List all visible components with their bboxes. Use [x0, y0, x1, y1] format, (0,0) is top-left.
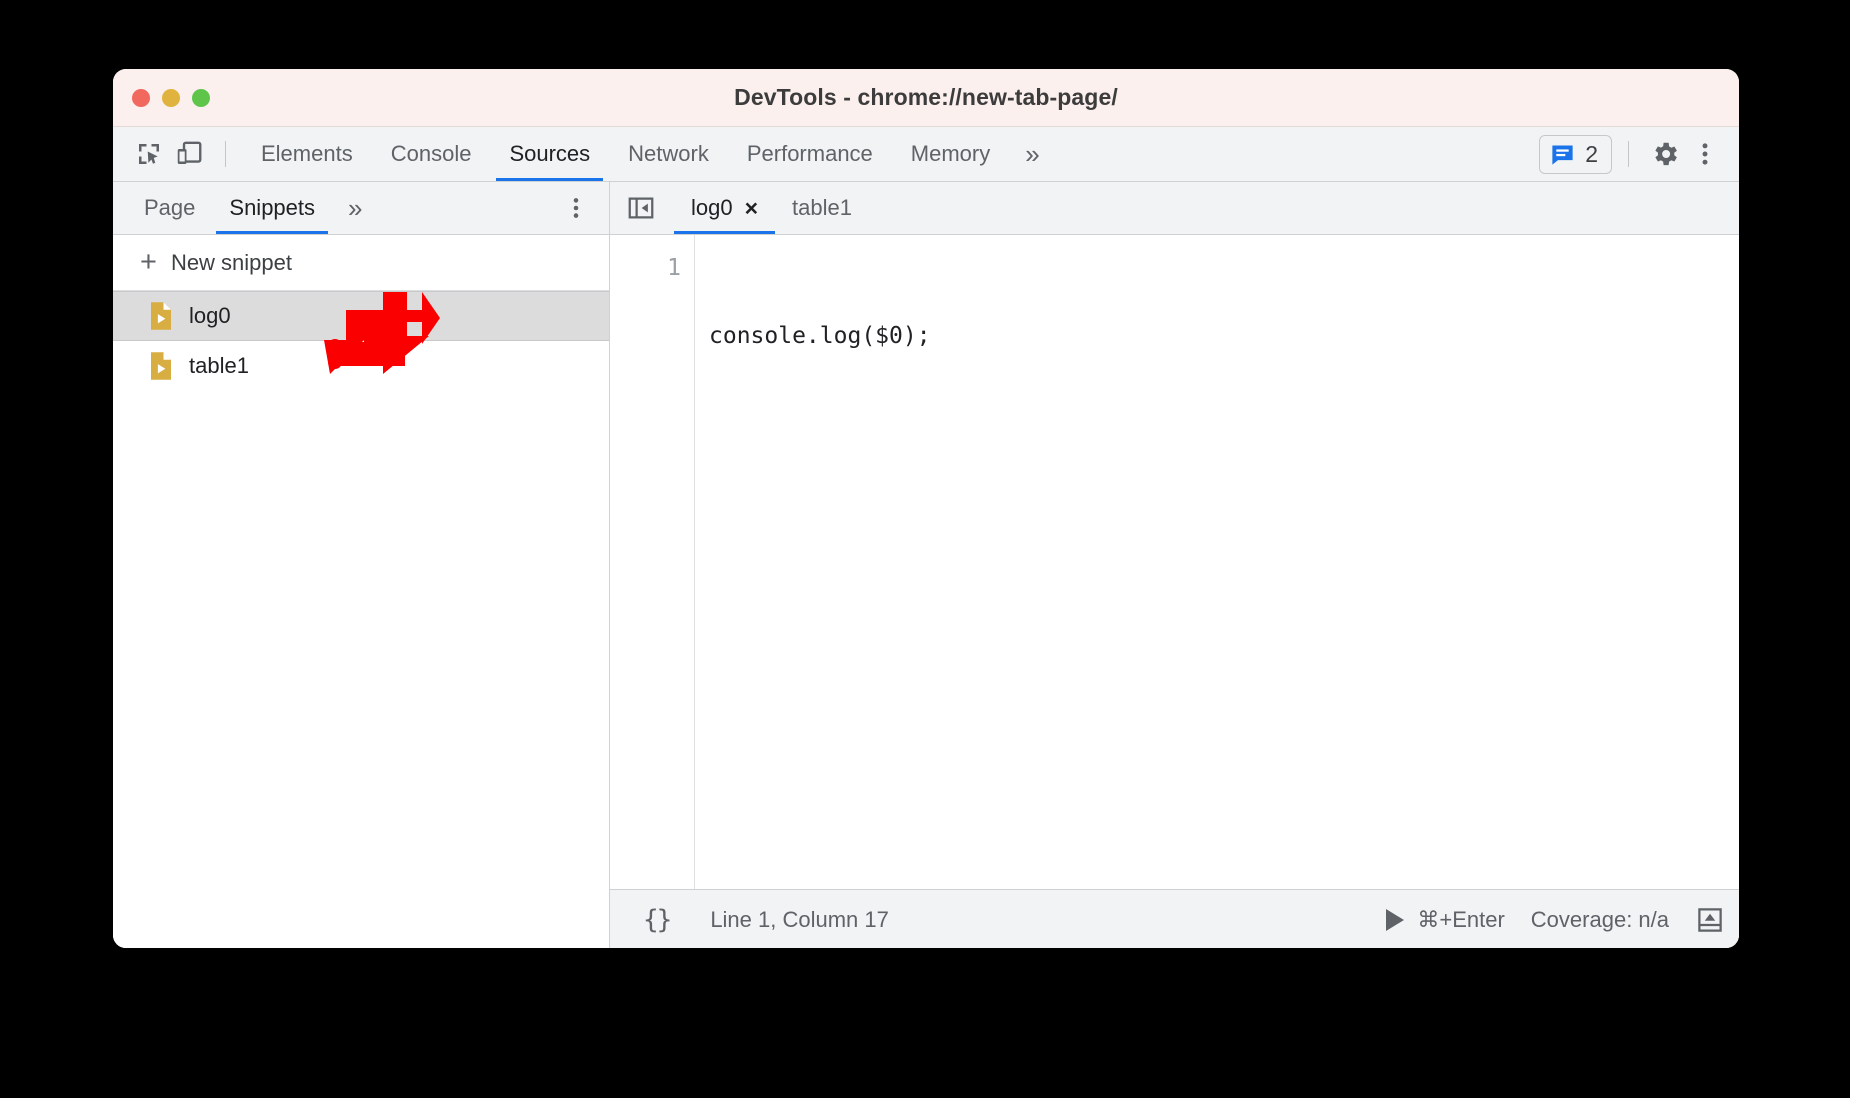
- traffic-lights: [132, 88, 210, 107]
- line-number: 1: [667, 255, 681, 281]
- maximize-window-button[interactable]: [192, 88, 210, 107]
- devtools-window: DevTools - chrome://new-tab-page/ Elemen…: [113, 69, 1739, 948]
- tab-elements[interactable]: Elements: [242, 127, 372, 181]
- line-number-gutter: 1: [610, 235, 695, 889]
- snippet-file-icon: [148, 301, 174, 331]
- tab-console[interactable]: Console: [372, 127, 491, 181]
- editor-statusbar: {} Line 1, Column 17 ⌘+Enter Coverage: n…: [610, 889, 1739, 948]
- tab-performance-label: Performance: [746, 141, 873, 166]
- window-titlebar: DevTools - chrome://new-tab-page/: [113, 69, 1739, 127]
- new-snippet-label: New snippet: [170, 249, 293, 275]
- gear-icon[interactable]: [1645, 134, 1685, 174]
- device-toolbar-icon[interactable]: [169, 134, 209, 174]
- console-message-count: 2: [1585, 140, 1598, 167]
- screenshot-stage: DevTools - chrome://new-tab-page/ Elemen…: [0, 0, 1850, 1098]
- tab-network-label: Network: [628, 141, 709, 166]
- devtools-panel-tabs: Elements Console Sources Network Perform…: [242, 127, 1056, 181]
- sources-panel-body: Page Snippets » + New snippet log0 table…: [113, 182, 1739, 948]
- list-item[interactable]: table1: [113, 341, 609, 391]
- drawer-toggle-icon[interactable]: [1695, 905, 1725, 935]
- navigator-three-dot-menu-icon[interactable]: [543, 182, 609, 234]
- snippet-list: log0 table1: [113, 291, 609, 948]
- editor-tab-log0-label: log0: [691, 195, 733, 220]
- list-item-label: log0: [189, 303, 231, 328]
- code-editor[interactable]: 1 console.log($0);: [610, 235, 1739, 889]
- list-item[interactable]: log0: [113, 291, 609, 341]
- pretty-print-button[interactable]: {}: [643, 905, 672, 935]
- editor-tab-log0[interactable]: log0 ×: [674, 182, 776, 234]
- plus-icon: +: [140, 246, 157, 278]
- code-content[interactable]: console.log($0);: [695, 235, 1739, 889]
- run-shortcut-label: ⌘+Enter: [1417, 906, 1505, 932]
- tab-console-label: Console: [390, 141, 472, 166]
- play-icon: [1386, 908, 1405, 931]
- more-navigator-tabs-chevron-icon[interactable]: »: [332, 182, 378, 234]
- nav-tab-page-label: Page: [144, 195, 196, 220]
- toolbar-divider-right: [1628, 141, 1629, 167]
- run-snippet-button[interactable]: ⌘+Enter: [1386, 906, 1505, 933]
- devtools-main-toolbar: Elements Console Sources Network Perform…: [113, 127, 1739, 182]
- tab-network[interactable]: Network: [609, 127, 728, 181]
- tab-memory-label: Memory: [910, 141, 991, 166]
- tab-sources[interactable]: Sources: [490, 127, 609, 181]
- coverage-label: Coverage: n/a: [1530, 906, 1669, 932]
- list-item-label: table1: [189, 353, 249, 378]
- cursor-position-label: Line 1, Column 17: [710, 906, 889, 932]
- tab-performance[interactable]: Performance: [728, 127, 892, 181]
- tab-elements-label: Elements: [261, 141, 353, 166]
- navigator-tabbar: Page Snippets »: [113, 182, 609, 235]
- tab-sources-label: Sources: [509, 141, 591, 166]
- editor-tab-table1-label: table1: [792, 195, 852, 220]
- editor-tab-table1[interactable]: table1: [775, 182, 869, 234]
- window-title: DevTools - chrome://new-tab-page/: [734, 84, 1118, 110]
- close-window-button[interactable]: [132, 88, 150, 107]
- tab-memory[interactable]: Memory: [892, 127, 1009, 181]
- new-snippet-button[interactable]: + New snippet: [113, 235, 609, 291]
- navigator-sidebar: Page Snippets » + New snippet log0 table…: [113, 182, 610, 948]
- close-icon[interactable]: ×: [745, 196, 758, 220]
- inspect-element-icon[interactable]: [129, 134, 169, 174]
- minimize-window-button[interactable]: [162, 88, 180, 107]
- toolbar-divider: [225, 141, 226, 167]
- toolbar-right-actions: 2: [1539, 134, 1739, 174]
- console-message-icon: [1552, 145, 1573, 165]
- statusbar-right-actions: ⌘+Enter Coverage: n/a: [1386, 905, 1739, 935]
- editor-tabbar: log0 × table1: [610, 182, 1739, 235]
- code-line: console.log($0);: [709, 323, 931, 349]
- more-panels-chevron-icon[interactable]: »: [1009, 127, 1055, 181]
- snippet-file-icon: [148, 351, 174, 381]
- nav-tab-snippets[interactable]: Snippets: [212, 182, 332, 234]
- nav-tab-snippets-label: Snippets: [229, 195, 316, 220]
- editor-pane: log0 × table1 1 console.log($0); {} Line…: [610, 182, 1739, 948]
- three-dot-menu-icon[interactable]: [1685, 134, 1725, 174]
- nav-tab-page[interactable]: Page: [127, 182, 212, 234]
- console-message-badge[interactable]: 2: [1539, 134, 1612, 174]
- collapse-sidebar-icon[interactable]: [626, 182, 674, 234]
